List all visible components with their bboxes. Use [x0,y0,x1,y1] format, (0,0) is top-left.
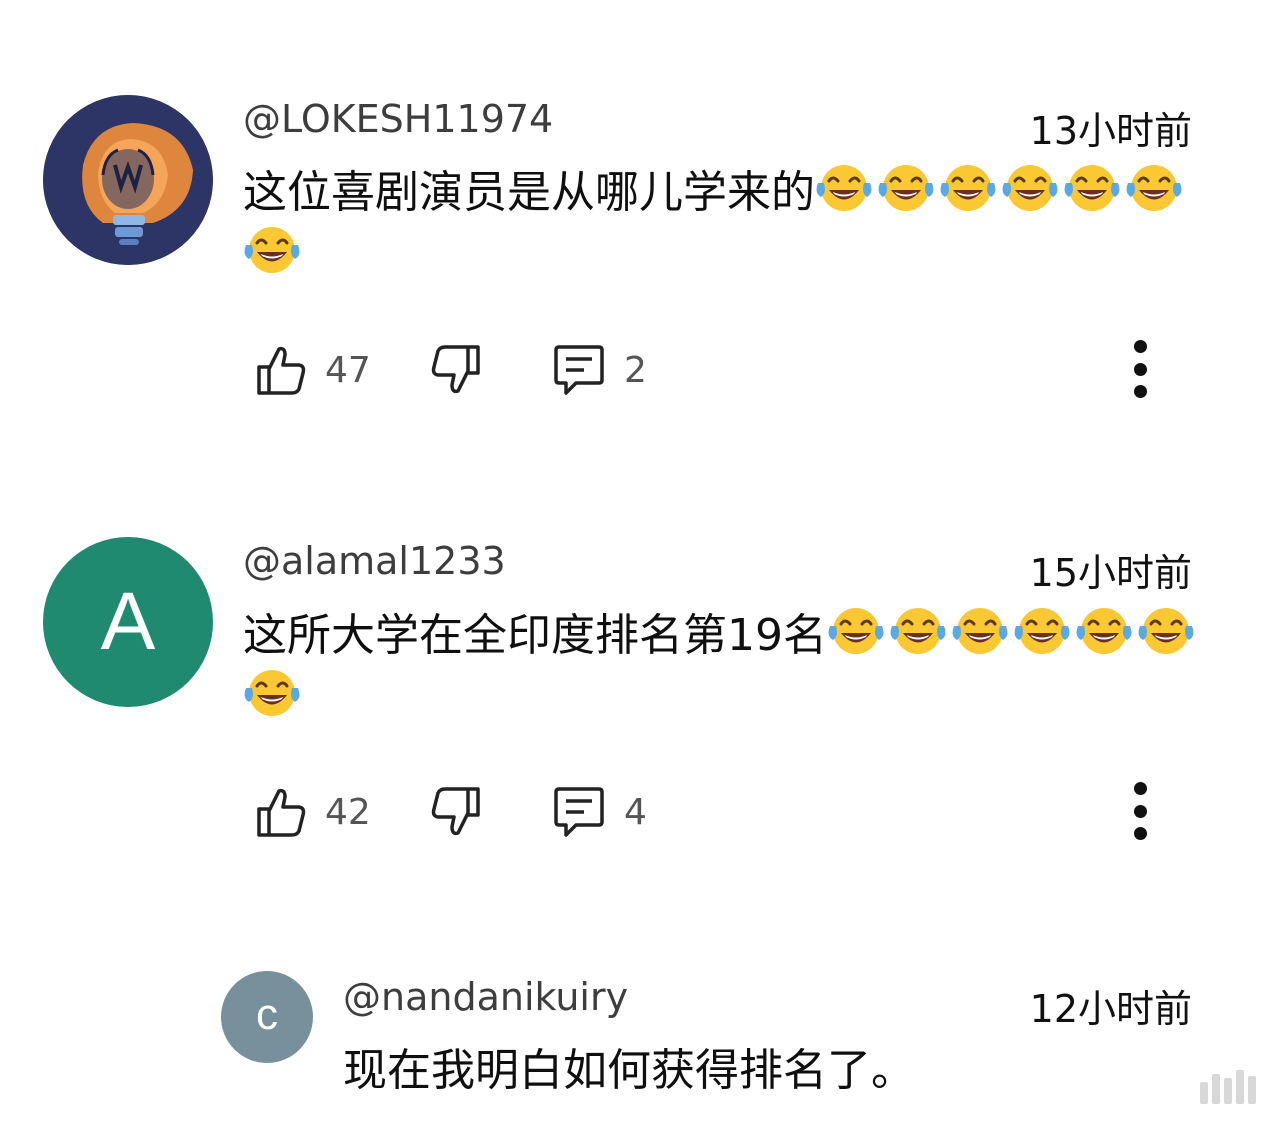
comment-timestamp: 13小时前 [1029,109,1192,153]
reply-text: 现在我明白如何获得排名了。 [343,1045,915,1096]
face-with-tears-of-joy-emoji-icon [244,227,300,273]
dislike-button[interactable] [430,782,482,842]
face-with-tears-of-joy-emoji-icon [1064,165,1120,211]
face-with-tears-of-joy-emoji-icon [244,670,300,716]
reply-button[interactable]: 2 [552,340,647,400]
lightbulb-logo-icon [43,95,213,265]
face-with-tears-of-joy-emoji-icon [1126,165,1182,211]
thumb-up-icon [257,788,306,837]
comment-text: 这位喜剧演员是从哪儿学来的 [243,162,1223,286]
comment-author[interactable]: @alamal1233 [243,539,506,583]
comment-icon [554,787,604,837]
thumb-up-icon [257,346,306,395]
avatar-letter: A [100,576,156,667]
reply-timestamp: 12小时前 [1029,987,1192,1031]
face-with-tears-of-joy-emoji-icon [828,608,884,654]
more-options-button[interactable] [1120,335,1160,405]
face-with-tears-of-joy-emoji-icon [890,608,946,654]
face-with-tears-of-joy-emoji-icon [1076,608,1132,654]
reply-count: 4 [624,791,647,833]
comment-icon [554,345,604,395]
reply-button[interactable]: 4 [552,782,647,842]
more-options-button[interactable] [1120,777,1160,847]
comment-text-content: 这位喜剧演员是从哪儿学来的 [243,167,815,218]
comment-timestamp: 15小时前 [1029,551,1192,595]
reply-author[interactable]: @nandanikuiry [343,975,628,1019]
face-with-tears-of-joy-emoji-icon [1014,608,1070,654]
more-vert-icon [1133,340,1147,398]
reply-count: 2 [624,349,647,391]
comment-actions: 42 4 [255,782,1255,842]
like-button[interactable]: 47 [255,340,371,400]
avatar-letter: c [256,990,278,1039]
face-with-tears-of-joy-emoji-icon [816,165,872,211]
watermark [1200,1068,1256,1104]
comment-text-content: 这所大学在全印度排名第19名 [243,610,827,661]
comment-actions: 47 2 [255,340,1255,400]
dislike-button[interactable] [430,340,482,400]
face-with-tears-of-joy-emoji-icon [952,608,1008,654]
avatar-nandanikuiry[interactable]: c [221,971,313,1063]
more-vert-icon [1133,782,1147,840]
face-with-tears-of-joy-emoji-icon [878,165,934,211]
comment-text: 这所大学在全印度排名第19名 [243,605,1223,729]
avatar-lokesh[interactable] [43,95,213,265]
face-with-tears-of-joy-emoji-icon [1138,608,1194,654]
thumb-down-icon [431,345,480,394]
face-with-tears-of-joy-emoji-icon [1002,165,1058,211]
avatar-alamal[interactable]: A [43,537,213,707]
like-count: 47 [325,349,371,391]
thumb-down-icon [431,787,480,836]
comment-author[interactable]: @LOKESH11974 [243,97,553,141]
like-count: 42 [325,791,371,833]
face-with-tears-of-joy-emoji-icon [940,165,996,211]
like-button[interactable]: 42 [255,782,371,842]
